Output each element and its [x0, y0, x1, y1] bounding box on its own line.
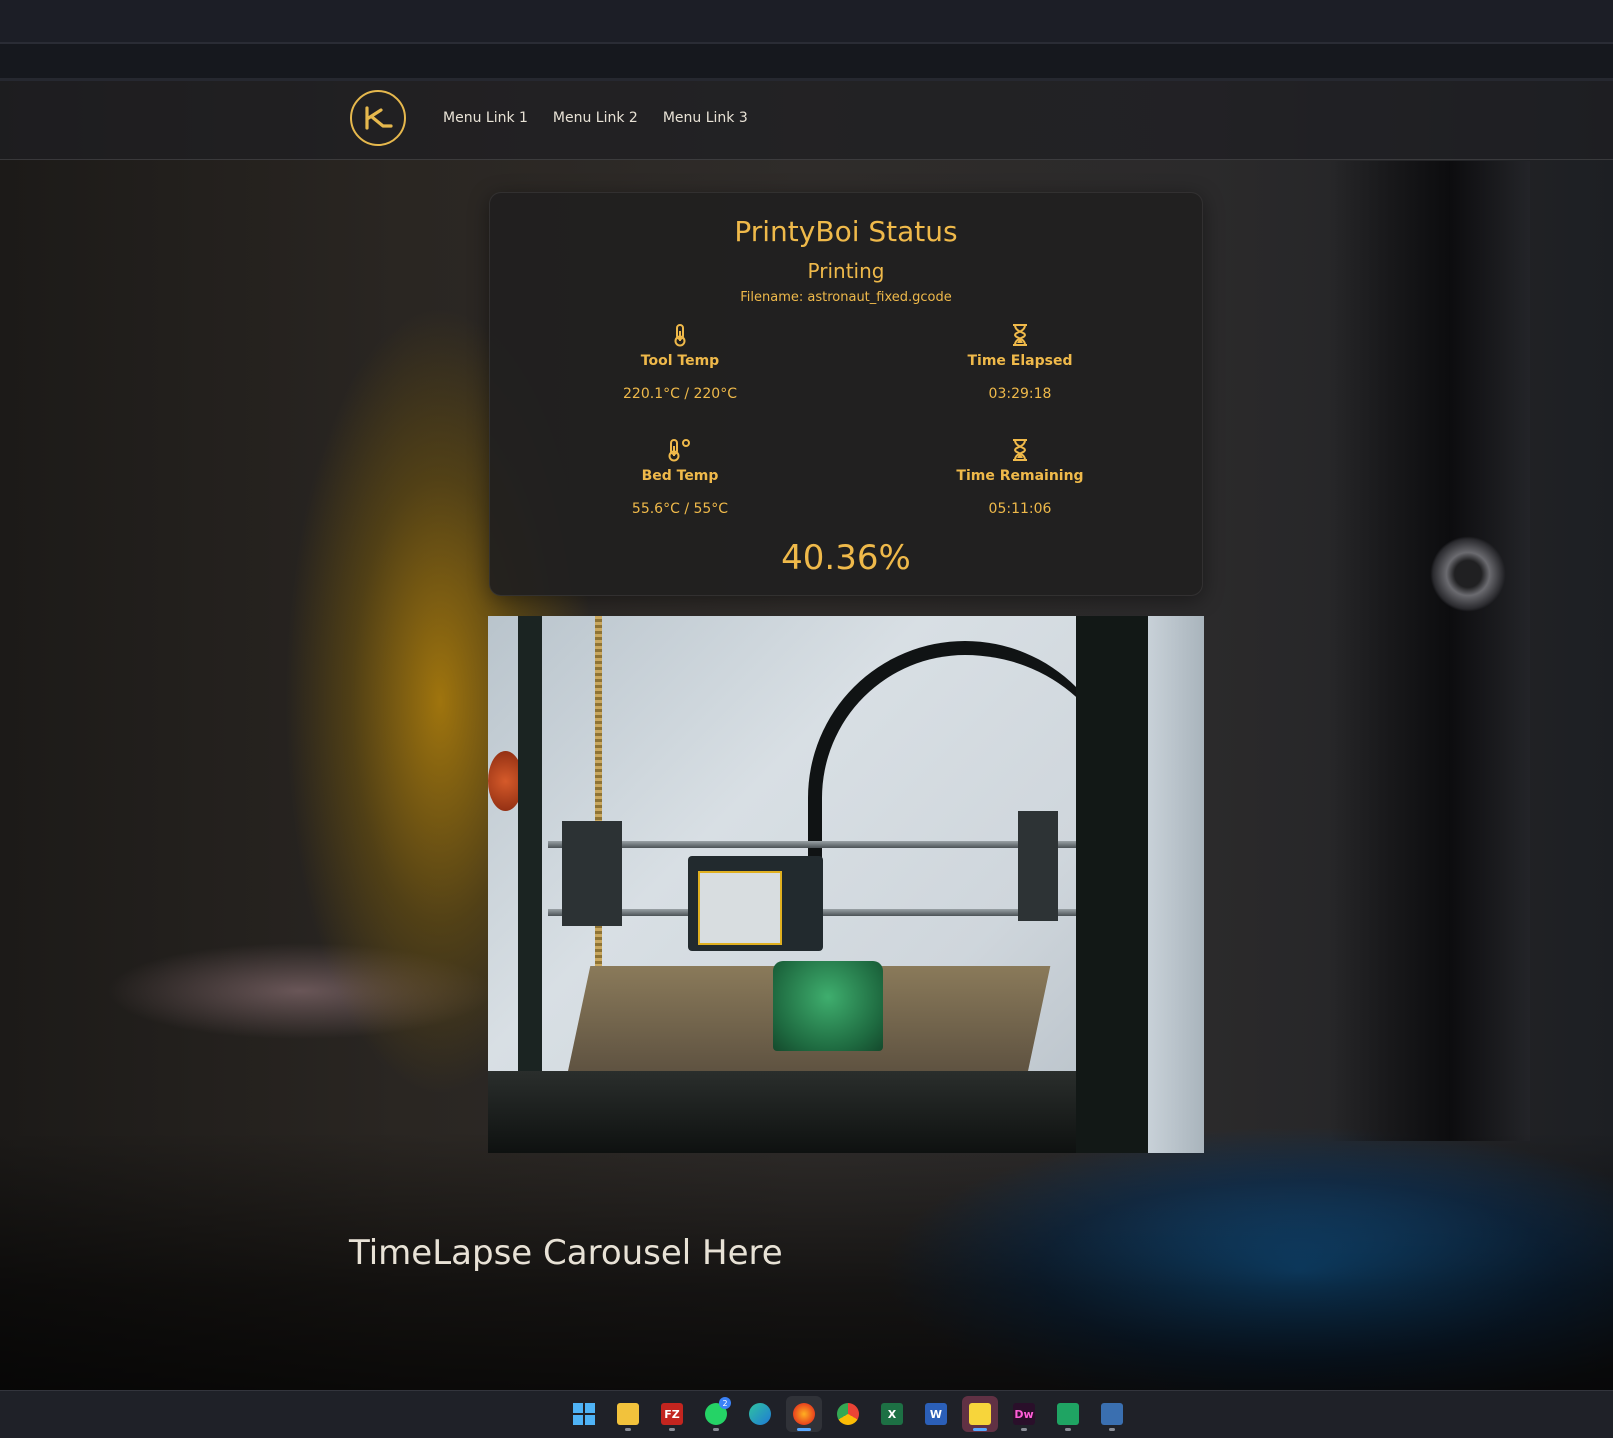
word-button[interactable]: W	[918, 1396, 954, 1432]
cam-base	[488, 1071, 1088, 1153]
edge-icon	[749, 1403, 771, 1425]
tool-temp-value: 220.1°C / 220°C	[623, 386, 737, 402]
bed-thermometer-icon	[668, 439, 690, 462]
edge-button[interactable]	[742, 1396, 778, 1432]
webcam-feed	[488, 616, 1204, 1153]
cam-leadscrew	[595, 616, 602, 1006]
running-indicator	[1109, 1428, 1115, 1431]
background-knob	[1430, 536, 1506, 612]
page-background: Menu Link 1 Menu Link 2 Menu Link 3 Prin…	[0, 81, 1613, 1390]
sheets-icon	[1057, 1403, 1079, 1425]
status-title: PrintyBoi Status	[734, 215, 958, 248]
time-remaining-stat: Time Remaining 05:11:06	[890, 438, 1150, 517]
thermometer-icon	[674, 324, 686, 347]
excel-icon: X	[881, 1403, 903, 1425]
filezilla-button[interactable]: FZ	[654, 1396, 690, 1432]
cam-warning-label	[698, 871, 782, 945]
bed-temp-label: Bed Temp	[641, 468, 719, 484]
background-frame	[1330, 161, 1530, 1141]
browser-title-bar	[0, 0, 1613, 44]
time-elapsed-value: 03:29:18	[988, 386, 1052, 402]
running-indicator	[1021, 1428, 1027, 1431]
nav-link-3[interactable]: Menu Link 3	[663, 110, 748, 126]
bed-temp-value: 55.6°C / 55°C	[631, 501, 729, 517]
running-indicator	[973, 1428, 987, 1431]
browser-toolbar	[0, 44, 1613, 81]
taskbar-icons: FZ 2 X W Dw	[566, 1396, 1130, 1432]
timelapse-placeholder: TimeLapse Carousel Here	[349, 1233, 783, 1273]
tool-temp-stat: Tool Temp 220.1°C / 220°C	[550, 323, 810, 402]
notification-badge: 2	[719, 1397, 731, 1409]
excel-button[interactable]: X	[874, 1396, 910, 1432]
cam-frame	[1076, 616, 1148, 1153]
cam-rod	[548, 841, 1078, 848]
logo-mark-icon	[365, 106, 393, 130]
sticky-notes-button[interactable]	[962, 1396, 998, 1432]
hourglass-icon	[1013, 439, 1027, 461]
dreamweaver-icon: Dw	[1013, 1403, 1035, 1425]
start-button[interactable]	[566, 1396, 602, 1432]
chrome-icon	[837, 1403, 859, 1425]
nav-links: Menu Link 1 Menu Link 2 Menu Link 3	[443, 110, 748, 126]
nav-link-1[interactable]: Menu Link 1	[443, 110, 528, 126]
cam-wall	[1148, 616, 1204, 1153]
file-explorer-button[interactable]	[610, 1396, 646, 1432]
status-card: PrintyBoi Status Printing Filename: astr…	[489, 192, 1203, 596]
hourglass-icon	[1013, 324, 1027, 346]
filename: Filename: astronaut_fixed.gcode	[740, 290, 952, 305]
taskbar: FZ 2 X W Dw	[0, 1390, 1613, 1438]
running-indicator	[1065, 1428, 1071, 1431]
bed-temp-stat: Bed Temp 55.6°C / 55°C	[550, 438, 810, 517]
running-indicator	[669, 1428, 675, 1431]
time-remaining-label: Time Remaining	[956, 468, 1084, 484]
cam-cable	[808, 641, 1122, 875]
sheets-button[interactable]	[1050, 1396, 1086, 1432]
whatsapp-button[interactable]: 2	[698, 1396, 734, 1432]
tool-temp-label: Tool Temp	[640, 353, 720, 369]
running-indicator	[797, 1428, 811, 1431]
filezilla-icon: FZ	[661, 1403, 683, 1425]
firefox-button[interactable]	[786, 1396, 822, 1432]
folder-icon	[617, 1403, 639, 1425]
time-elapsed-stat: Time Elapsed 03:29:18	[890, 323, 1150, 402]
navbar: Menu Link 1 Menu Link 2 Menu Link 3	[0, 81, 1613, 160]
time-elapsed-label: Time Elapsed	[967, 353, 1073, 369]
time-remaining-value: 05:11:06	[988, 501, 1052, 517]
logo[interactable]	[350, 90, 406, 146]
background-shade	[0, 1131, 1613, 1390]
print-state: Printing	[807, 259, 885, 283]
progress-percent: 40.36%	[781, 538, 911, 578]
network-icon	[1101, 1403, 1123, 1425]
firefox-icon	[793, 1403, 815, 1425]
cam-motor	[1018, 811, 1058, 921]
nav-link-2[interactable]: Menu Link 2	[553, 110, 638, 126]
chrome-button[interactable]	[830, 1396, 866, 1432]
network-button[interactable]	[1094, 1396, 1130, 1432]
dreamweaver-button[interactable]: Dw	[1006, 1396, 1042, 1432]
running-indicator	[625, 1428, 631, 1431]
word-icon: W	[925, 1403, 947, 1425]
windows-icon	[573, 1403, 595, 1425]
cam-printed-object	[773, 961, 883, 1051]
sticky-notes-icon	[969, 1403, 991, 1425]
cam-motor	[562, 821, 622, 926]
running-indicator	[713, 1428, 719, 1431]
